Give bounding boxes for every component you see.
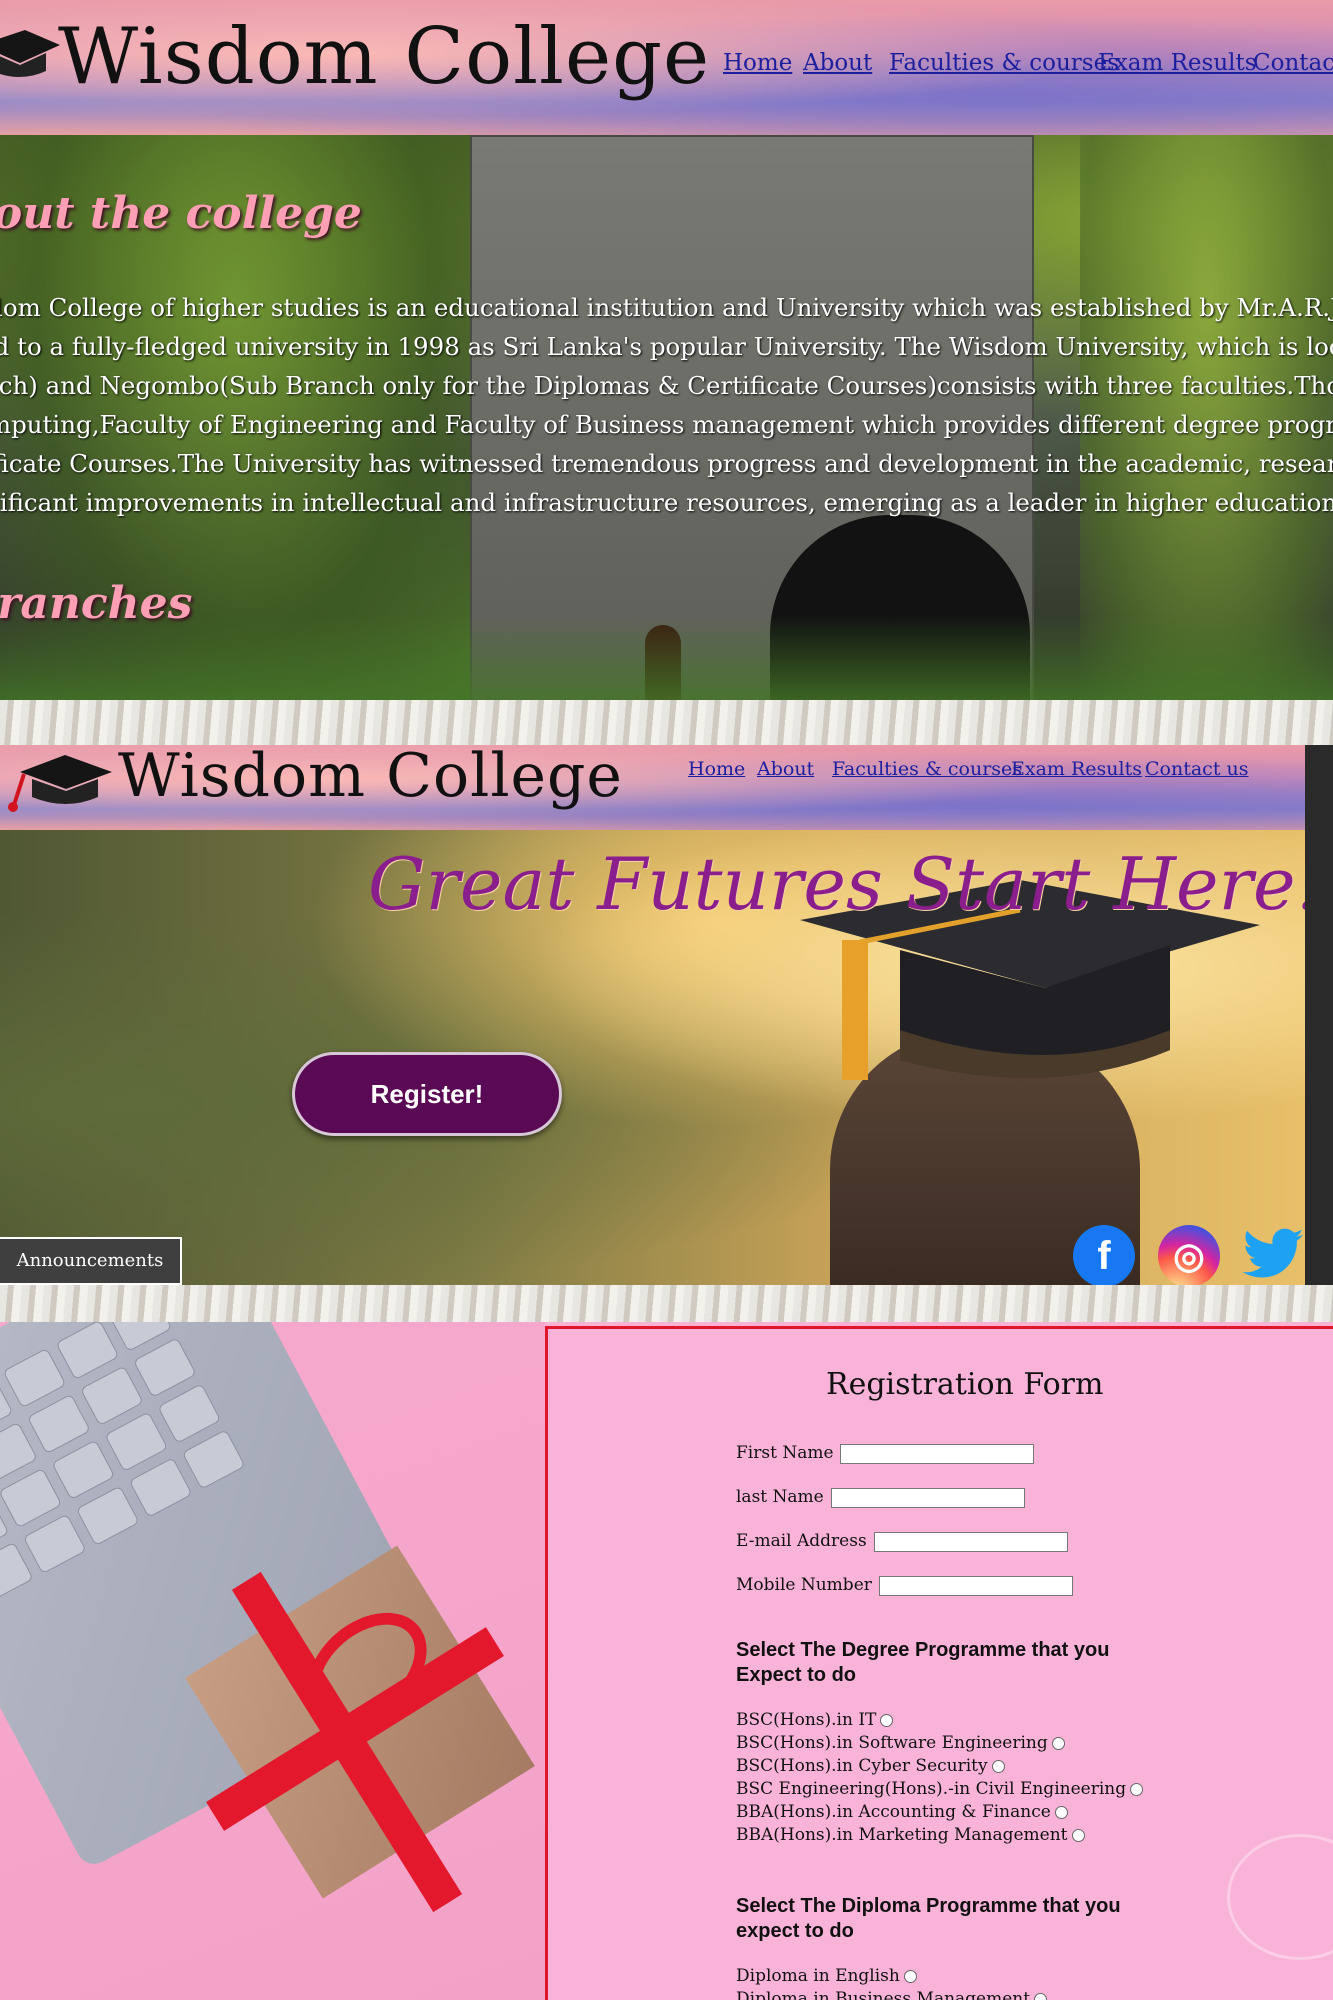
first-name-label: First Name : — [736, 1443, 845, 1463]
laptop-key — [157, 1383, 222, 1444]
about-line: (Main Branch) and Negombo(Sub Branch onl… — [0, 371, 1333, 400]
lawn — [0, 615, 1333, 700]
site-header: Wisdom College Home About Faculties & co… — [0, 0, 1333, 135]
laptop-key — [132, 1337, 197, 1398]
radio-button[interactable] — [1071, 1829, 1085, 1842]
option-label: BBA(Hons).in Accounting & Finance — [736, 1802, 1051, 1822]
laptop-key — [75, 1485, 140, 1547]
laptop-gift-image — [0, 1322, 545, 2000]
laptop-key — [0, 1541, 34, 1603]
mobile-label: Mobile Number : — [736, 1575, 884, 1595]
option-label: BSC(Hons).in IT — [736, 1710, 877, 1730]
radio-button[interactable] — [1051, 1737, 1065, 1750]
last-name-input[interactable] — [831, 1488, 1025, 1508]
degree-options: BSC(Hons).in IT BSC(Hons).in Software En… — [736, 1709, 1144, 1847]
email-label: E-mail Address : — [736, 1531, 878, 1551]
option-label: BSC(Hons).in Cyber Security — [736, 1756, 988, 1776]
last-name-label: last Name : — [736, 1487, 835, 1507]
nav-about[interactable]: About — [803, 50, 872, 76]
email-input[interactable] — [874, 1532, 1068, 1552]
about-line: Faculty of Computing,Faculty of Engineer… — [0, 410, 1333, 439]
degree-heading: Select The Degree Programme that you Exp… — [736, 1639, 1110, 1686]
twitter-icon[interactable] — [1240, 1222, 1305, 1285]
option-label: BSC Engineering(Hons).-in Civil Engineer… — [736, 1779, 1127, 1799]
degree-option[interactable]: BSC Engineering(Hons).-in Civil Engineer… — [736, 1778, 1144, 1801]
radio-button[interactable] — [1034, 1993, 1048, 2000]
laptop-key — [104, 1411, 169, 1472]
laptop-key — [51, 1439, 116, 1501]
diploma-options: Diploma in English Diploma in Business M… — [736, 1965, 1048, 2000]
laptop-key — [55, 1322, 120, 1381]
radio-button[interactable] — [991, 1760, 1005, 1773]
option-label: Diploma in Business Management — [736, 1989, 1031, 2000]
nav-exam-results[interactable]: Exam Results — [1098, 50, 1257, 76]
laptop-key — [79, 1365, 144, 1427]
nav-home[interactable]: Home — [723, 50, 792, 76]
nav-home[interactable]: Home — [688, 758, 745, 780]
about-line: Wisdom College of higher studies is an e… — [0, 293, 1333, 322]
branches-title: Branches — [0, 578, 193, 629]
option-label: BSC(Hons).in Software Engineering — [736, 1733, 1048, 1753]
form-title: Registration Form — [826, 1367, 1104, 1402]
nav-about[interactable]: About — [757, 758, 814, 780]
option-label: Diploma in English — [736, 1966, 900, 1986]
about-line: and Certificate Courses.The University h… — [0, 449, 1333, 478]
diploma-heading: Select The Diploma Programme that you ex… — [736, 1895, 1121, 1942]
site-logo[interactable]: Wisdom College — [58, 12, 710, 102]
graduation-cap-icon — [0, 747, 120, 817]
torn-paper-divider — [0, 700, 1333, 745]
laptop-key — [0, 1467, 63, 1529]
degree-option[interactable]: BSC(Hons).in IT — [736, 1709, 1143, 1732]
laptop-key — [26, 1393, 91, 1455]
announcements-button[interactable]: Announcements — [0, 1237, 182, 1285]
registration-page-screenshot: Registration Form First Name : last Name… — [0, 1322, 1333, 2000]
first-name-input[interactable] — [840, 1444, 1034, 1464]
about-title: About the college — [0, 188, 362, 239]
degree-option[interactable]: BSC(Hons).in Cyber Security — [736, 1755, 1143, 1778]
diploma-option[interactable]: Diploma in English — [736, 1965, 1047, 1988]
degree-option[interactable]: BBA(Hons).in Accounting & Finance — [736, 1801, 1143, 1824]
option-label: BBA(Hons).in Marketing Management — [736, 1825, 1068, 1845]
nav-faculties[interactable]: Faculties & courses — [832, 758, 1022, 780]
radio-button[interactable] — [1130, 1783, 1144, 1796]
hero-banner: Great Futures Start Here..! Register! An… — [0, 830, 1305, 1285]
watermark — [1227, 1834, 1333, 1960]
degree-option[interactable]: BBA(Hons).in Marketing Management — [736, 1824, 1143, 1847]
diploma-option[interactable]: Diploma in Business Management — [736, 1988, 1048, 2000]
nav-contact[interactable]: Contact us — [1145, 758, 1248, 780]
torn-paper-divider — [0, 1285, 1333, 1325]
about-paragraph: Wisdom College of higher studies is an e… — [0, 288, 1333, 522]
about-line: and significant improvements in intellec… — [0, 488, 1333, 517]
register-button[interactable]: Register! — [292, 1052, 562, 1136]
mobile-input[interactable] — [879, 1576, 1073, 1596]
radio-button[interactable] — [1054, 1806, 1068, 1819]
site-logo[interactable]: Wisdom College — [118, 745, 623, 811]
hero-title: Great Futures Start Here..! — [368, 842, 1305, 926]
home-page-screenshot: Wisdom College Home About Faculties & co… — [0, 745, 1305, 1285]
radio-button[interactable] — [903, 1970, 917, 1983]
laptop-key — [128, 1457, 193, 1518]
degree-option[interactable]: BSC(Hons).in Software Engineering — [736, 1732, 1143, 1755]
nav-exam-results[interactable]: Exam Results — [1011, 758, 1142, 780]
about-page-screenshot: Wisdom College Home About Faculties & co… — [0, 0, 1333, 700]
graduation-cap-icon — [0, 25, 60, 85]
nav-faculties[interactable]: Faculties & courses — [889, 50, 1119, 76]
laptop-key — [2, 1347, 67, 1409]
about-line: upgraded to a fully-fledged university i… — [0, 332, 1333, 361]
laptop-key — [22, 1513, 87, 1575]
instagram-icon[interactable]: ◎ — [1158, 1225, 1220, 1285]
laptop-key — [181, 1429, 246, 1490]
site-header: Wisdom College Home About Faculties & co… — [0, 745, 1305, 830]
registration-form: Registration Form First Name : last Name… — [545, 1326, 1333, 2000]
facebook-icon[interactable]: f — [1073, 1225, 1135, 1285]
radio-button[interactable] — [880, 1714, 894, 1727]
nav-contact[interactable]: Contact us — [1253, 50, 1333, 76]
